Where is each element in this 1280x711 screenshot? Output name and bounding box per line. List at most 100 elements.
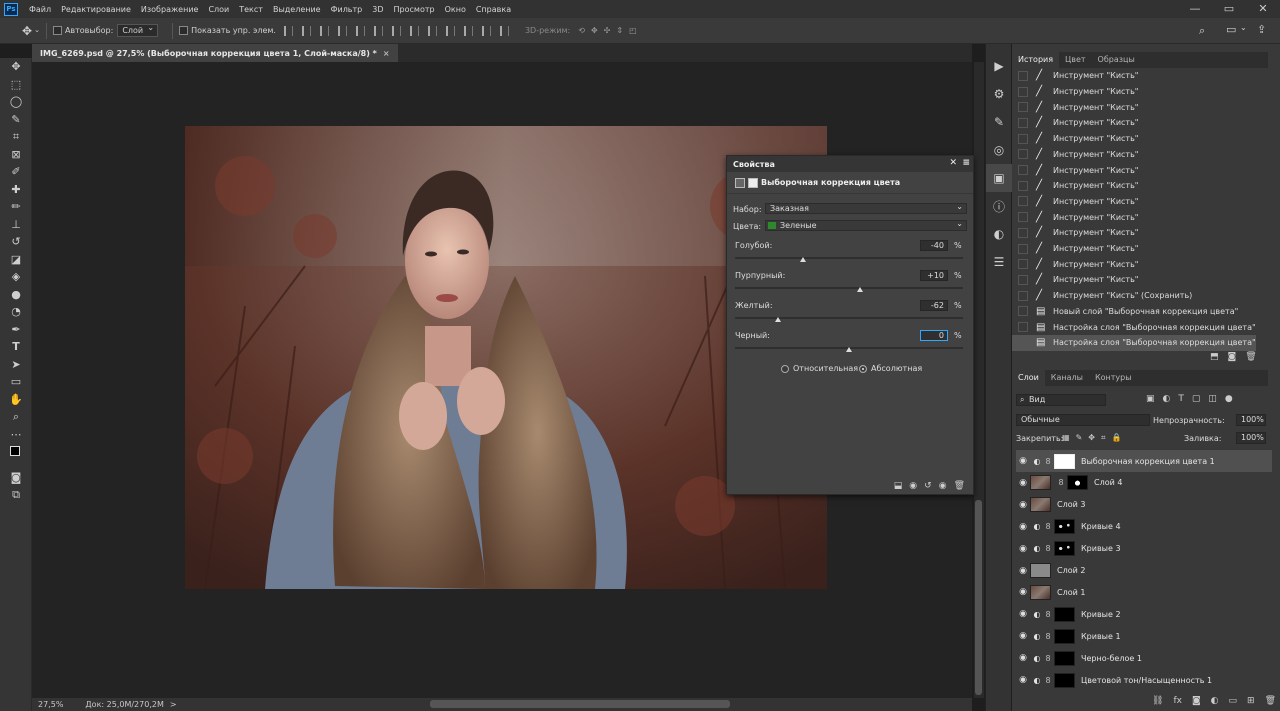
- layer-thumbnail[interactable]: [1030, 497, 1051, 513]
- distribute-bottom-icon[interactable]: [427, 25, 437, 36]
- new-document-from-state-icon[interactable]: ⬒: [1210, 352, 1219, 362]
- lasso-tool-icon[interactable]: ◯: [0, 93, 32, 111]
- eyedropper-tool-icon[interactable]: ✐: [0, 163, 32, 181]
- eye-icon[interactable]: ◉: [1016, 631, 1030, 641]
- eye-icon[interactable]: ◉: [1016, 675, 1030, 685]
- lock-position-icon[interactable]: ✥: [1088, 433, 1095, 443]
- filter-shape-icon[interactable]: ▢: [1192, 394, 1201, 404]
- quick-mask-icon[interactable]: ◙: [0, 469, 32, 487]
- clip-to-layer-icon[interactable]: ⬓: [894, 481, 903, 491]
- layer-mask-thumbnail[interactable]: [1054, 541, 1075, 557]
- mask-link-icon[interactable]: 8: [1044, 632, 1052, 641]
- history-checkbox[interactable]: [1018, 290, 1028, 301]
- lock-image-icon[interactable]: ✎: [1076, 433, 1083, 443]
- menu-window[interactable]: Окно: [440, 5, 471, 14]
- layer-row[interactable]: ◉ Слой 1: [1016, 581, 1272, 603]
- layer-row[interactable]: ◉ ◐ 8 Цветовой тон/Насыщенность 1: [1016, 669, 1272, 691]
- colors-dropdown[interactable]: Зеленые: [765, 219, 967, 231]
- adjustments-icon[interactable]: ◐: [986, 220, 1012, 248]
- tool-preset-chevron-icon[interactable]: ⌄: [34, 27, 40, 34]
- absolute-radio[interactable]: Абсолютная: [859, 364, 922, 373]
- clone-source-icon[interactable]: ◎: [986, 136, 1012, 164]
- minimize-button[interactable]: —: [1178, 0, 1212, 18]
- blur-tool-icon[interactable]: ●: [0, 286, 32, 304]
- magenta-slider-thumb[interactable]: [857, 287, 864, 292]
- history-item[interactable]: ╱ Инструмент "Кисть": [1012, 256, 1256, 272]
- menu-file[interactable]: Файл: [24, 5, 56, 14]
- tab-swatches[interactable]: Образцы: [1092, 52, 1141, 68]
- lock-all-icon[interactable]: 🔒: [1111, 433, 1121, 443]
- delete-state-icon[interactable]: 🗑: [1245, 352, 1256, 362]
- tab-history[interactable]: История: [1012, 52, 1060, 68]
- properties-header[interactable]: Свойства ✕ ≡: [727, 156, 973, 172]
- mask-link-icon[interactable]: 8: [1044, 544, 1052, 553]
- eye-icon[interactable]: ◉: [1016, 609, 1030, 619]
- magenta-value-input[interactable]: +10: [920, 270, 948, 281]
- history-checkbox[interactable]: [1018, 149, 1028, 160]
- delete-icon[interactable]: 🗑: [954, 481, 965, 491]
- history-checkbox[interactable]: [1018, 117, 1028, 128]
- mask-link-icon[interactable]: 8: [1044, 654, 1052, 663]
- layer-style-icon[interactable]: fx: [1173, 696, 1182, 706]
- document-tab[interactable]: IMG_6269.psd @ 27,5% (Выборочная коррекц…: [32, 44, 398, 62]
- history-checkbox[interactable]: [1018, 196, 1028, 207]
- close-icon[interactable]: ✕: [949, 158, 957, 168]
- status-arrow-icon[interactable]: >: [170, 700, 177, 709]
- crop-tool-icon[interactable]: ⌗: [0, 128, 32, 146]
- share-icon[interactable]: ⇪: [1257, 24, 1266, 35]
- hand-tool-icon[interactable]: ✋: [0, 391, 32, 409]
- menu-filter[interactable]: Фильтр: [326, 5, 368, 14]
- preset-dropdown[interactable]: Заказная: [765, 202, 967, 214]
- new-group-icon[interactable]: ▭: [1229, 696, 1238, 706]
- menu-type[interactable]: Текст: [234, 5, 268, 14]
- history-item[interactable]: ▤ Новый слой "Выборочная коррекция цвета": [1012, 304, 1256, 320]
- actions-icon[interactable]: ⚙: [986, 80, 1012, 108]
- layer-filter-dropdown[interactable]: ⌕ Вид: [1016, 394, 1106, 406]
- eye-icon[interactable]: ◉: [1016, 566, 1030, 576]
- cyan-value-input[interactable]: -40: [920, 240, 948, 251]
- panel-menu-icon[interactable]: ≡: [962, 158, 970, 168]
- history-item[interactable]: ╱ Инструмент "Кисть": [1012, 225, 1256, 241]
- eye-icon[interactable]: ◉: [1016, 456, 1030, 466]
- eye-icon[interactable]: ◉: [1016, 587, 1030, 597]
- distribute-right-icon[interactable]: [481, 25, 491, 36]
- yellow-slider-thumb[interactable]: [775, 317, 782, 322]
- view-previous-icon[interactable]: ◉: [909, 481, 917, 491]
- history-checkbox[interactable]: [1018, 337, 1028, 348]
- screen-mode-icon[interactable]: ⧉: [0, 487, 32, 505]
- distribute-hcenter-icon[interactable]: [463, 25, 473, 36]
- workspace-chevron-icon[interactable]: ⌄: [1240, 24, 1247, 32]
- dodge-tool-icon[interactable]: ◔: [0, 303, 32, 321]
- history-item[interactable]: ╱ Инструмент "Кисть": [1012, 99, 1256, 115]
- move-tool-icon[interactable]: ✥: [0, 58, 32, 76]
- blend-mode-dropdown[interactable]: Обычные: [1016, 414, 1150, 426]
- align-vcenter-icon[interactable]: [301, 25, 311, 36]
- link-layers-icon[interactable]: ⛓: [1152, 696, 1163, 706]
- layer-mask-thumbnail[interactable]: [1054, 650, 1075, 666]
- layer-row[interactable]: ◉ 8 Слой 4: [1016, 472, 1272, 494]
- brush-tool-icon[interactable]: ✏: [0, 198, 32, 216]
- tab-channels[interactable]: Каналы: [1045, 370, 1089, 386]
- horizontal-scrollbar[interactable]: [430, 700, 730, 708]
- move-tool-icon[interactable]: ✥: [22, 25, 32, 37]
- layer-row[interactable]: ◉ ◐ 8 Кривые 1: [1016, 625, 1272, 647]
- more-tools-icon[interactable]: ⋯: [0, 426, 32, 444]
- mask-link-icon[interactable]: 8: [1044, 457, 1052, 466]
- snapshot-icon[interactable]: ◙: [1228, 352, 1237, 362]
- play-icon[interactable]: ▶: [986, 52, 1012, 80]
- history-item[interactable]: ╱ Инструмент "Кисть": [1012, 131, 1256, 147]
- history-item[interactable]: ╱ Инструмент "Кисть": [1012, 147, 1256, 163]
- history-checkbox[interactable]: [1018, 259, 1028, 270]
- mask-link-icon[interactable]: 8: [1044, 676, 1052, 685]
- history-item[interactable]: ╱ Инструмент "Кисть": [1012, 162, 1256, 178]
- filter-type-icon[interactable]: T: [1178, 394, 1184, 404]
- delete-layer-icon[interactable]: 🗑: [1265, 696, 1276, 706]
- history-checkbox[interactable]: [1018, 165, 1028, 176]
- history-checkbox[interactable]: [1018, 306, 1028, 317]
- distribute-top-icon[interactable]: [391, 25, 401, 36]
- history-checkbox[interactable]: [1018, 212, 1028, 223]
- eraser-tool-icon[interactable]: ◪: [0, 251, 32, 269]
- menu-image[interactable]: Изображение: [136, 5, 204, 14]
- eye-icon[interactable]: ◉: [1016, 522, 1030, 532]
- history-item[interactable]: ╱ Инструмент "Кисть": [1012, 209, 1256, 225]
